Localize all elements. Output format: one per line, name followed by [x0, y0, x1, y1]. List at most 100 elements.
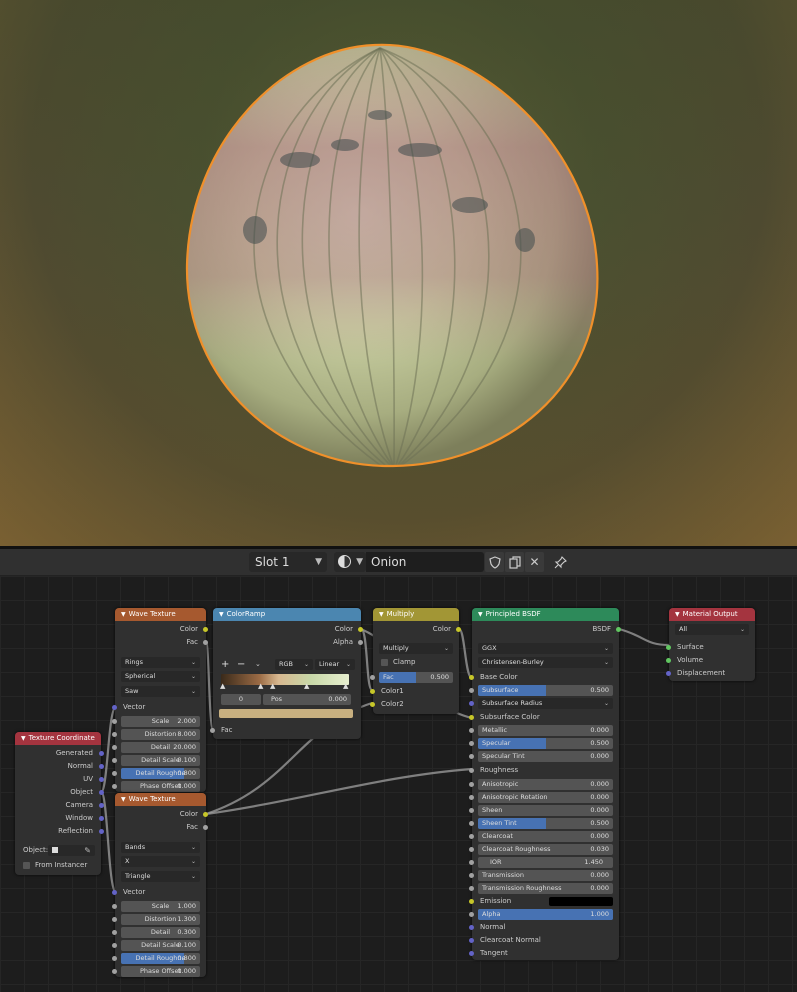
socket[interactable]: [469, 873, 474, 878]
collapse-triangle-icon[interactable]: ▼: [478, 611, 483, 618]
socket[interactable]: [469, 675, 474, 680]
node-header[interactable]: ▼ Wave Texture: [115, 608, 206, 621]
socket[interactable]: [203, 640, 208, 645]
collapse-triangle-icon[interactable]: ▼: [21, 735, 26, 742]
socket[interactable]: [666, 671, 671, 676]
detail-scale-field[interactable]: Detail Scale 0.100: [121, 755, 200, 766]
socket[interactable]: [469, 754, 474, 759]
wave-texture-node-1[interactable]: ▼ Wave Texture Color Fac Rings ⌄ Spherical…: [112, 608, 208, 792]
socket[interactable]: [99, 803, 104, 808]
remove-stop-button[interactable]: −: [237, 659, 245, 670]
pin-icon[interactable]: [551, 552, 570, 572]
detail-scale-field[interactable]: Detail Scale 0.100: [121, 940, 200, 951]
transmission-roughness-field[interactable]: Transmission Roughness 0.000: [478, 883, 613, 894]
phase-offset-field[interactable]: Phase Offset 0.000: [121, 966, 200, 977]
socket[interactable]: [203, 812, 208, 817]
mix-multiply-node[interactable]: ▼ Multiply Color Multiply ⌄ Clamp Fac 0.500…: [370, 608, 461, 714]
socket[interactable]: [469, 847, 474, 852]
scale-field[interactable]: Scale 1.000: [121, 901, 200, 912]
anisotropic-field[interactable]: Anisotropic 0.000: [478, 779, 613, 790]
fake-user-shield-icon[interactable]: [485, 552, 504, 572]
socket[interactable]: [666, 658, 671, 663]
socket[interactable]: [112, 904, 117, 909]
alpha-field[interactable]: Alpha 1.000: [478, 909, 613, 920]
socket[interactable]: [469, 912, 474, 917]
material-output-node[interactable]: ▼ Material Output All ⌄ Surface Volume Dis…: [666, 608, 755, 681]
3d-viewport[interactable]: [0, 0, 797, 546]
from-instancer-checkbox[interactable]: [23, 862, 30, 869]
sheen-tint-field[interactable]: Sheen Tint 0.500: [478, 818, 613, 829]
socket[interactable]: [112, 943, 117, 948]
socket[interactable]: [99, 777, 104, 782]
node-header[interactable]: ▼ Wave Texture: [115, 793, 206, 806]
transmission-field[interactable]: Transmission 0.000: [478, 870, 613, 881]
wave-direction-dropdown[interactable]: X ⌄: [121, 856, 200, 867]
detail-field[interactable]: Detail 20.000: [121, 742, 200, 753]
socket[interactable]: [112, 956, 117, 961]
node-header[interactable]: ▼ Principled BSDF: [472, 608, 619, 621]
socket[interactable]: [112, 705, 117, 710]
socket[interactable]: [210, 728, 215, 733]
ior-field[interactable]: IOR 1.450: [478, 857, 613, 868]
socket[interactable]: [469, 768, 474, 773]
onion-render[interactable]: [0, 0, 797, 546]
distribution-dropdown[interactable]: GGX ⌄: [478, 643, 613, 654]
texture-coordinate-node[interactable]: ▼ Texture Coordinate Generated Normal UV …: [15, 732, 104, 875]
collapse-triangle-icon[interactable]: ▼: [379, 611, 384, 618]
socket[interactable]: [469, 899, 474, 904]
socket[interactable]: [456, 627, 461, 632]
collapse-triangle-icon[interactable]: ▼: [121, 796, 126, 803]
color-stop-marker[interactable]: ▲: [258, 682, 263, 690]
socket[interactable]: [469, 715, 474, 720]
colorramp-node[interactable]: ▼ ColorRamp Color Alpha + − ⌄ RGB ⌄ Linear…: [210, 608, 363, 739]
material-name-field[interactable]: Onion: [366, 552, 484, 572]
subsurface-field[interactable]: Subsurface 0.500: [478, 685, 613, 696]
sheen-field[interactable]: Sheen 0.000: [478, 805, 613, 816]
interpolation-dropdown[interactable]: Linear ⌄: [315, 659, 355, 670]
socket[interactable]: [358, 640, 363, 645]
socket[interactable]: [112, 930, 117, 935]
duplicate-icon[interactable]: [505, 552, 524, 572]
socket[interactable]: [99, 764, 104, 769]
socket[interactable]: [469, 951, 474, 956]
detail-roughness-field[interactable]: Detail Roughne 0.800: [121, 953, 200, 964]
socket[interactable]: [469, 925, 474, 930]
metallic-field[interactable]: Metallic 0.000: [478, 725, 613, 736]
specular-field[interactable]: Specular 0.500: [478, 738, 613, 749]
color-stop-marker[interactable]: ▲: [343, 682, 348, 690]
node-header[interactable]: ▼ Multiply: [373, 608, 459, 621]
render-target-dropdown[interactable]: All ⌄: [675, 624, 749, 635]
socket[interactable]: [469, 782, 474, 787]
socket[interactable]: [112, 732, 117, 737]
distortion-field[interactable]: Distortion 1.300: [121, 914, 200, 925]
fac-field[interactable]: Fac 0.500: [379, 672, 453, 683]
socket[interactable]: [616, 627, 621, 632]
node-editor-canvas[interactable]: ▼ Texture Coordinate Generated Normal UV …: [0, 576, 797, 992]
socket[interactable]: [469, 834, 474, 839]
socket[interactable]: [203, 627, 208, 632]
socket[interactable]: [112, 771, 117, 776]
stop-color-swatch[interactable]: [219, 709, 353, 718]
clamp-checkbox[interactable]: [381, 659, 388, 666]
collapse-triangle-icon[interactable]: ▼: [121, 611, 126, 618]
color-stop-marker[interactable]: ▲: [220, 682, 225, 690]
material-browse-button[interactable]: ▼: [334, 552, 366, 572]
socket[interactable]: [112, 758, 117, 763]
stop-position-field[interactable]: Pos 0.000: [263, 694, 351, 705]
wave-type-dropdown[interactable]: Rings ⌄: [121, 657, 200, 668]
color-mode-dropdown[interactable]: RGB ⌄: [275, 659, 313, 670]
socket[interactable]: [370, 689, 375, 694]
node-header[interactable]: ▼ Texture Coordinate: [15, 732, 101, 745]
clearcoat-roughness-field[interactable]: Clearcoat Roughness 0.030: [478, 844, 613, 855]
socket[interactable]: [112, 890, 117, 895]
socket[interactable]: [112, 719, 117, 724]
wave-profile-dropdown[interactable]: Triangle ⌄: [121, 871, 200, 882]
eyedropper-icon[interactable]: ✎: [84, 845, 91, 856]
node-header[interactable]: ▼ Material Output: [669, 608, 755, 621]
socket[interactable]: [99, 751, 104, 756]
socket[interactable]: [469, 701, 474, 706]
socket[interactable]: [469, 938, 474, 943]
socket[interactable]: [112, 784, 117, 789]
detail-roughness-field[interactable]: Detail Roughne 0.800: [121, 768, 200, 779]
socket[interactable]: [358, 627, 363, 632]
